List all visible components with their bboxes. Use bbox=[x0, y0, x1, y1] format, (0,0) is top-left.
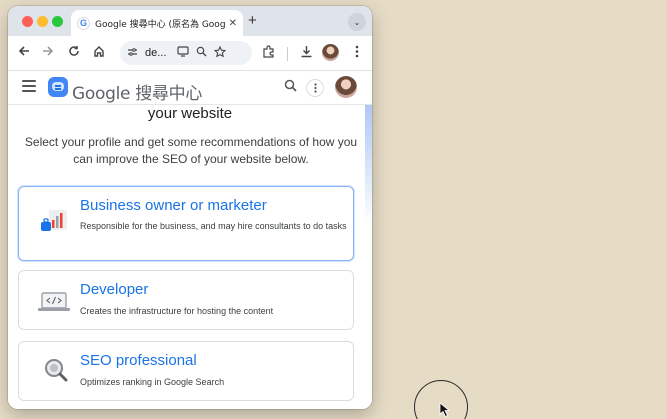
intro-text: Select your profile and get some recomme… bbox=[24, 135, 358, 166]
more-options-icon[interactable] bbox=[306, 79, 324, 97]
card-title[interactable]: Business owner or marketer bbox=[80, 197, 267, 214]
business-chart-icon bbox=[39, 208, 69, 239]
close-tab-icon[interactable]: ✕ bbox=[229, 18, 237, 29]
google-favicon-icon: G bbox=[77, 16, 90, 30]
profile-card-seo[interactable]: SEO professional Optimizes ranking in Go… bbox=[18, 341, 354, 401]
extensions-icon[interactable] bbox=[260, 45, 276, 61]
site-header: Google 搜尋中心 bbox=[8, 71, 372, 105]
profile-avatar[interactable] bbox=[322, 44, 339, 61]
zoom-icon[interactable] bbox=[196, 46, 207, 60]
account-avatar[interactable] bbox=[335, 76, 357, 98]
address-bar[interactable]: de... bbox=[120, 41, 252, 65]
forward-icon[interactable] bbox=[40, 45, 56, 61]
tab-strip: G Google 搜尋中心 (原名為 Goog ✕ + ⌄ bbox=[8, 6, 372, 36]
card-description: Optimizes ranking in Google Search bbox=[80, 377, 225, 387]
new-tab-button[interactable]: + bbox=[248, 13, 257, 28]
card-description: Creates the infrastructure for hosting t… bbox=[80, 306, 274, 316]
browser-window: G Google 搜尋中心 (原名為 Goog ✕ + ⌄ de... Goog… bbox=[8, 6, 372, 409]
card-title[interactable]: SEO professional bbox=[80, 352, 197, 369]
home-icon[interactable] bbox=[91, 45, 107, 61]
laptop-code-icon bbox=[37, 291, 71, 318]
profile-card-business[interactable]: Business owner or marketer Responsible f… bbox=[18, 186, 354, 261]
url-text: de... bbox=[145, 47, 167, 59]
minimize-window-button[interactable] bbox=[37, 16, 48, 27]
search-icon[interactable] bbox=[284, 79, 297, 95]
page-heading: your website bbox=[147, 105, 233, 122]
menu-icon[interactable] bbox=[349, 45, 365, 61]
tab-title: Google 搜尋中心 (原名為 Goog bbox=[95, 19, 225, 30]
tab-search-button[interactable]: ⌄ bbox=[348, 13, 366, 31]
search-central-logo-icon[interactable] bbox=[48, 77, 68, 97]
browser-toolbar: de... bbox=[8, 36, 372, 71]
page-content: your website Select your profile and get… bbox=[8, 105, 372, 409]
site-logo-text[interactable]: Google 搜尋中心 bbox=[72, 79, 202, 104]
hamburger-menu-icon[interactable] bbox=[22, 80, 36, 92]
close-window-button[interactable] bbox=[22, 16, 33, 27]
magnifier-icon bbox=[43, 357, 69, 388]
cast-icon[interactable] bbox=[177, 46, 190, 60]
reload-icon[interactable] bbox=[66, 45, 82, 61]
bookmark-star-icon[interactable] bbox=[214, 45, 227, 61]
back-icon[interactable] bbox=[16, 45, 32, 61]
scroll-shade bbox=[365, 105, 372, 225]
profile-card-developer[interactable]: Developer Creates the infrastructure for… bbox=[18, 270, 354, 330]
maximize-window-button[interactable] bbox=[52, 16, 63, 27]
site-info-icon[interactable] bbox=[127, 47, 138, 60]
toolbar-divider bbox=[287, 47, 288, 61]
active-tab[interactable]: G Google 搜尋中心 (原名為 Goog ✕ bbox=[71, 10, 243, 36]
card-description: Responsible for the business, and may hi… bbox=[80, 221, 347, 231]
download-icon[interactable] bbox=[298, 45, 314, 61]
mouse-cursor-icon bbox=[438, 402, 458, 419]
card-title[interactable]: Developer bbox=[80, 281, 148, 298]
